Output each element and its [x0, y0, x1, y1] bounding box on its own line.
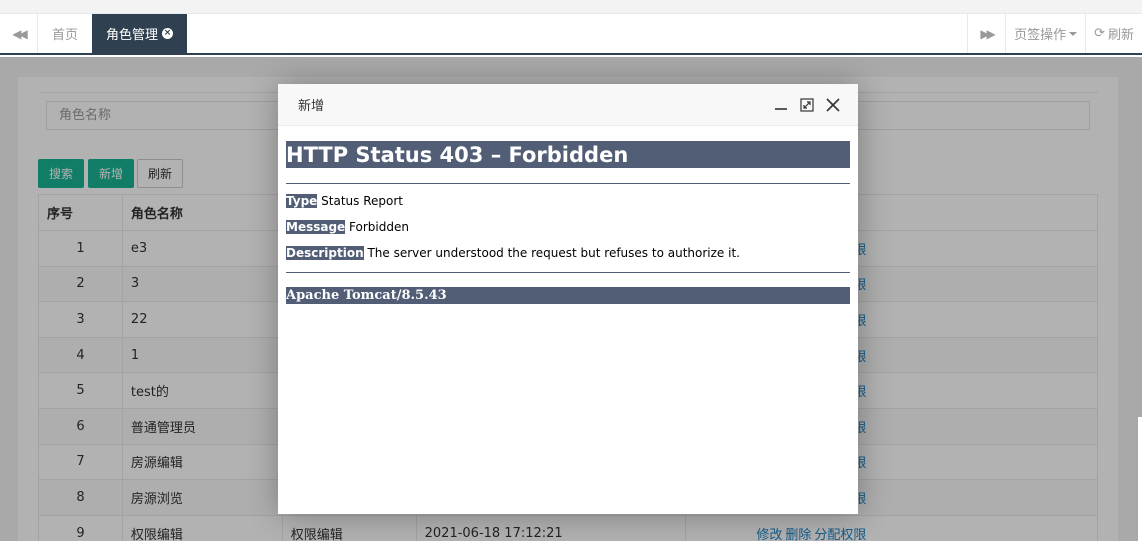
dialog-title: 新增 — [298, 99, 325, 114]
refresh-tab-button[interactable]: ⟳ 刷新 — [1085, 14, 1142, 53]
error-message-line: Message Forbidden — [286, 220, 850, 234]
add-dialog: 新增 HTTP Status 403 – Forbidden Type Stat… — [278, 84, 858, 514]
error-title: HTTP Status 403 – Forbidden — [286, 141, 850, 168]
close-icon[interactable] — [820, 84, 846, 126]
type-label: Type — [286, 194, 318, 208]
error-type-line: Type Status Report — [286, 194, 850, 208]
close-tab-icon[interactable]: × — [162, 28, 174, 39]
description-value: The server understood the request but re… — [367, 246, 740, 260]
tab-scroll-left-button[interactable]: ◀◀ — [0, 14, 38, 53]
error-divider — [286, 183, 850, 184]
tab-home-label: 首页 — [52, 28, 79, 43]
page-ops-dropdown[interactable]: 页签操作 — [1005, 14, 1085, 53]
message-value: Forbidden — [349, 220, 409, 234]
tab-role-manage[interactable]: 角色管理 × — [92, 14, 188, 53]
server-footer: Apache Tomcat/8.5.43 — [286, 287, 850, 304]
minimize-icon[interactable] — [768, 84, 794, 126]
edge-strip — [1138, 417, 1142, 541]
dialog-header: 新增 — [278, 84, 858, 126]
tab-bar: ◀◀ 首页 角色管理 × ▶▶ 页签操作 ⟳ 刷新 — [0, 14, 1142, 55]
page-ops-label: 页签操作 — [1014, 28, 1067, 43]
description-label: Description — [286, 246, 364, 260]
error-description-line: Description The server understood the re… — [286, 246, 850, 260]
dialog-body: HTTP Status 403 – Forbidden Type Status … — [278, 126, 858, 304]
tab-role-manage-label: 角色管理 — [106, 28, 159, 43]
refresh-icon: ⟳ — [1094, 26, 1105, 41]
maximize-icon[interactable] — [794, 84, 820, 126]
type-value: Status Report — [321, 194, 403, 208]
double-right-arrow-icon: ▶▶ — [980, 26, 996, 41]
tab-scroll-right-button[interactable]: ▶▶ — [967, 14, 1005, 53]
message-label: Message — [286, 220, 346, 234]
caret-down-icon — [1069, 31, 1078, 36]
tab-home[interactable]: 首页 — [38, 14, 92, 53]
double-left-arrow-icon: ◀◀ — [12, 26, 28, 41]
top-strip — [0, 0, 1142, 14]
refresh-tab-label: 刷新 — [1107, 28, 1134, 43]
error-divider-2 — [286, 272, 850, 273]
